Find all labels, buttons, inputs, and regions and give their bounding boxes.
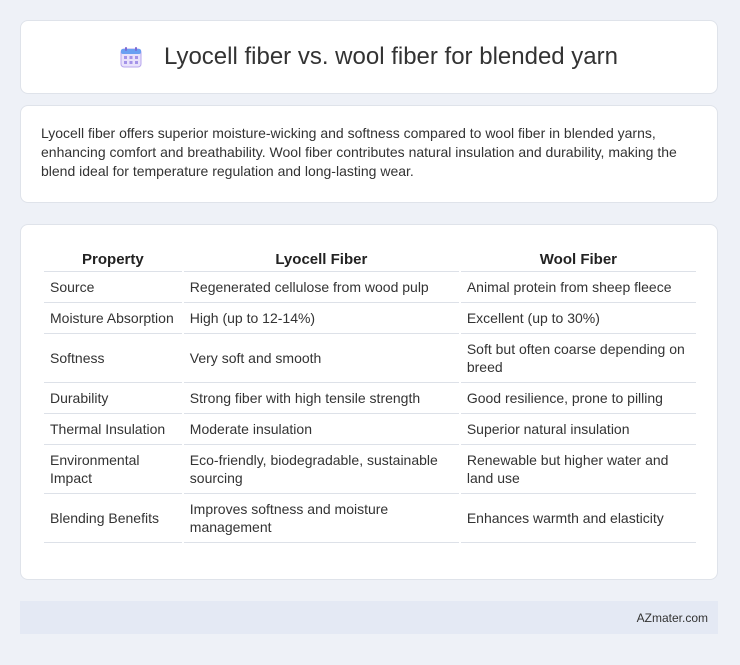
table-cell: Superior natural insulation	[460, 414, 696, 445]
table-cell: Softness	[44, 334, 182, 383]
table-cell: Enhances warmth and elasticity	[460, 494, 696, 543]
page-title: Lyocell fiber vs. wool fiber for blended…	[120, 43, 618, 71]
table-row: Durability Strong fiber with high tensil…	[44, 383, 696, 414]
table-row: Source Regenerated cellulose from wood p…	[44, 272, 696, 303]
table-cell: Blending Benefits	[44, 494, 182, 543]
page-title-text: Lyocell fiber vs. wool fiber for blended…	[163, 43, 618, 70]
column-header: Wool Fiber	[460, 247, 696, 272]
table-cell: Environmental Impact	[44, 445, 182, 494]
footer: AZmater.com	[20, 601, 718, 634]
column-header: Lyocell Fiber	[183, 247, 459, 272]
table-row: Blending Benefits Improves softness and …	[44, 494, 696, 543]
table-cell: Moderate insulation	[183, 414, 459, 445]
table-cell: Very soft and smooth	[183, 334, 459, 383]
table-cell: Thermal Insulation	[44, 414, 182, 445]
table-row: Environmental Impact Eco-friendly, biode…	[44, 445, 696, 494]
table-row: Thermal Insulation Moderate insulation S…	[44, 414, 696, 445]
table-cell: Improves softness and moisture managemen…	[183, 494, 459, 543]
table-cell: Renewable but higher water and land use	[460, 445, 696, 494]
table-cell: Excellent (up to 30%)	[460, 303, 696, 334]
table-cell: Eco-friendly, biodegradable, sustainable…	[183, 445, 459, 494]
column-header: Property	[44, 247, 182, 272]
table-cell: Regenerated cellulose from wood pulp	[183, 272, 459, 303]
table-cell: Durability	[44, 383, 182, 414]
intro-card: Lyocell fiber offers superior moisture-w…	[20, 105, 718, 203]
table-cell: Good resilience, prone to pilling	[460, 383, 696, 414]
table-cell: Strong fiber with high tensile strength	[183, 383, 459, 414]
table-cell: High (up to 12-14%)	[183, 303, 459, 334]
table-row: Softness Very soft and smooth Soft but o…	[44, 334, 696, 383]
table-row: Moisture Absorption High (up to 12-14%) …	[44, 303, 696, 334]
table-cell: Animal protein from sheep fleece	[460, 272, 696, 303]
title-card: Lyocell fiber vs. wool fiber for blended…	[20, 20, 718, 94]
table-cell: Source	[44, 272, 182, 303]
intro-text: Lyocell fiber offers superior moisture-w…	[41, 125, 677, 179]
table-cell: Soft but often coarse depending on breed	[460, 334, 696, 383]
comparison-table-card: Property Lyocell Fiber Wool Fiber Source…	[20, 224, 718, 580]
comparison-table: Property Lyocell Fiber Wool Fiber Source…	[42, 247, 698, 543]
footer-site-name: AZmater.com	[636, 610, 708, 625]
calendar-icon	[120, 46, 142, 68]
table-cell: Moisture Absorption	[44, 303, 182, 334]
table-header-row: Property Lyocell Fiber Wool Fiber	[44, 247, 696, 272]
